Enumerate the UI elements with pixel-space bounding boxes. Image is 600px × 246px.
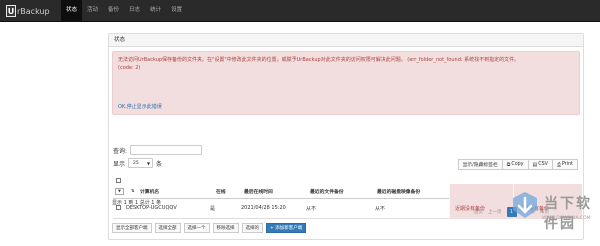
- file-icon: ▤: [532, 161, 538, 168]
- print-label: Print: [561, 162, 573, 167]
- main-nav: 状态 活动 备份 日志 统计 设置: [61, 0, 187, 21]
- page-length-row: 显示 25 ▼ 条: [113, 158, 162, 168]
- watermark-logo-icon: [513, 192, 537, 218]
- copy-label: Copy: [511, 162, 524, 167]
- prev-page-link[interactable]: 上一页: [488, 209, 502, 215]
- column-visibility-button[interactable]: 显示/隐藏标签栏: [457, 159, 503, 170]
- remove-selection-button[interactable]: 移除选择: [212, 223, 239, 233]
- nav-backups[interactable]: 备份: [103, 0, 124, 21]
- nav-status[interactable]: 状态: [61, 0, 83, 21]
- watermark-title: 当下软件园: [544, 196, 592, 232]
- top-navbar: U rBackup 状态 活动 备份 日志 统计 设置: [0, 0, 600, 22]
- page-length-select[interactable]: 25 ▼: [128, 158, 154, 168]
- length-prefix: 显示: [113, 160, 126, 168]
- search-label: 查询:: [113, 147, 128, 155]
- selected-dropdown-button[interactable]: 选择的: [241, 223, 263, 233]
- search-row: 查询:: [113, 145, 203, 155]
- error-alert: 无法访问UrBackup保存备份的文件夹。在"设置"中修改此文件夹的位置，或赋予…: [112, 51, 580, 115]
- col-last-file-backup[interactable]: 最近的文件备份: [310, 188, 344, 195]
- nav-statistics[interactable]: 统计: [145, 0, 166, 21]
- header-dropdown[interactable]: ▼: [115, 188, 124, 195]
- col-online[interactable]: 在线: [216, 188, 226, 195]
- select-one-button[interactable]: 选择一个: [183, 223, 210, 233]
- col-computer-name[interactable]: 计算机名: [140, 188, 159, 195]
- nav-logs[interactable]: 日志: [124, 0, 145, 21]
- search-input[interactable]: [130, 145, 203, 155]
- watermark: 当下软件园 WWW.DOWNXIA.COM: [510, 186, 596, 236]
- select-all-button[interactable]: 选择全部: [154, 223, 181, 233]
- alert-message: 无法访问UrBackup保存备份的文件夹。在"设置"中修改此文件夹的位置，或赋予…: [118, 57, 520, 63]
- nav-settings[interactable]: 设置: [166, 0, 187, 21]
- first-page-link[interactable]: 首页: [474, 209, 483, 215]
- copy-icon: ⧉: [506, 161, 511, 168]
- table-tools: 显示/隐藏标签栏 ⧉ Copy ▤ CSV ⎙ Print: [457, 159, 578, 170]
- dismiss-error-link[interactable]: OK,停止显示此错误: [118, 104, 162, 112]
- watermark-url: WWW.DOWNXIA.COM: [542, 216, 591, 221]
- print-button[interactable]: ⎙ Print: [551, 159, 578, 170]
- brand-name: rBackup: [17, 6, 50, 16]
- sort-icon[interactable]: ⇅: [131, 188, 134, 193]
- last-file-backup-value: 从不: [306, 206, 317, 212]
- csv-button[interactable]: ▤ CSV: [527, 159, 553, 170]
- length-suffix: 条: [156, 160, 163, 168]
- show-all-clients-button[interactable]: 显示全部客户端: [112, 223, 152, 233]
- col-last-image-backup[interactable]: 最近的磁盘映像备份: [377, 188, 420, 195]
- add-client-button[interactable]: + 添加新客户端: [266, 223, 307, 233]
- printer-icon: ⎙: [556, 161, 561, 168]
- last-seen-value: 2021/04/28 15:20: [241, 205, 286, 211]
- online-value: 是: [210, 206, 216, 212]
- panel-title: 状态: [109, 34, 583, 47]
- alert-code: (code: 2): [118, 64, 141, 71]
- select-all-checkbox[interactable]: [116, 178, 121, 183]
- nav-activities[interactable]: 活动: [82, 0, 103, 21]
- brand-letter: U: [6, 5, 16, 17]
- csv-label: CSV: [538, 162, 548, 167]
- table-info: 显示 1 到 1 总计 1 条: [112, 200, 162, 206]
- colvis-label: 显示/隐藏标签栏: [462, 163, 498, 168]
- page-length-value: 25: [133, 160, 139, 166]
- client-actions: 显示全部客户端 选择全部 选择一个 移除选择 选择的 + 添加新客户端: [112, 223, 309, 233]
- copy-button[interactable]: ⧉ Copy: [501, 159, 529, 170]
- brand-logo[interactable]: U rBackup: [6, 3, 50, 19]
- last-image-backup-value: 从不: [375, 206, 386, 212]
- col-last-seen[interactable]: 最后在线时间: [244, 188, 273, 195]
- chevron-down-icon: ▼: [146, 161, 151, 166]
